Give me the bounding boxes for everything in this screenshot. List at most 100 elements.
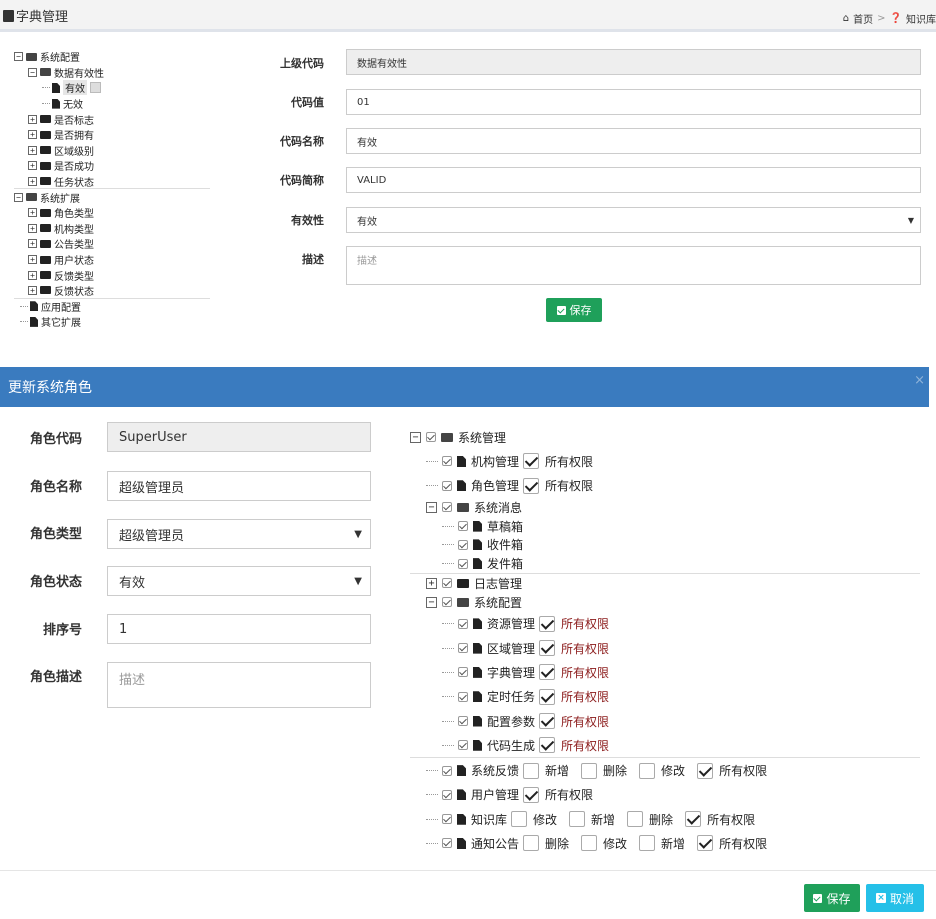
permission-checkbox[interactable] [539,615,556,632]
tree-node[interactable]: + 角色类型 [14,205,210,221]
node-checkbox[interactable] [442,578,452,589]
permission-checkbox[interactable] [685,811,702,828]
permission-node[interactable]: 用户管理 所有权限 [410,783,920,807]
tree-node[interactable]: − 数据有效性 [14,65,210,81]
tree-node[interactable]: 有效 [14,80,210,96]
role-desc-textarea[interactable]: 描述 [107,662,371,708]
permission-checkbox[interactable] [697,762,714,779]
tree-node[interactable]: + 机构类型 [14,221,210,237]
tree-node[interactable]: + 区域级别 [14,143,210,159]
node-checkbox[interactable] [442,814,452,825]
tree-node[interactable]: − 系统配置 [14,49,210,65]
expand-toggle-icon[interactable]: + [28,223,37,233]
tree-node[interactable]: + 是否拥有 [14,127,210,143]
permission-node[interactable]: 系统反馈 新增 删除 修改 所有权限 [410,758,920,782]
permission-checkbox[interactable] [639,762,656,779]
permission-node[interactable]: 发件箱 [410,554,920,573]
expand-toggle-icon[interactable]: + [28,176,37,186]
permission-checkbox[interactable] [523,453,540,470]
tree-node[interactable]: + 是否标志 [14,111,210,127]
permission-node[interactable]: 代码生成 所有权限 [410,733,920,757]
breadcrumb-knowledge-link[interactable]: 知识库 [906,11,936,26]
node-checkbox[interactable] [458,643,468,654]
expand-toggle-icon[interactable]: + [28,145,37,155]
collapse-toggle-icon[interactable]: − [410,431,421,443]
code-name-input[interactable]: 有效 [346,128,921,154]
permission-checkbox[interactable] [569,811,586,828]
permission-node[interactable]: 配置参数 所有权限 [410,709,920,733]
node-checkbox[interactable] [442,838,452,849]
node-checkbox[interactable] [426,432,436,443]
permission-checkbox[interactable] [539,640,556,657]
permission-node[interactable]: − 系统配置 [410,593,920,612]
tree-node[interactable]: + 是否成功 [14,158,210,174]
collapse-toggle-icon[interactable]: − [426,596,437,608]
node-checkbox[interactable] [458,558,468,569]
role-name-input[interactable]: 超级管理员 [107,471,371,501]
expand-toggle-icon[interactable]: + [28,270,37,280]
expand-toggle-icon[interactable]: + [28,255,37,265]
node-checkbox[interactable] [442,765,452,776]
collapse-toggle-icon[interactable]: − [14,192,23,202]
tree-node[interactable]: 无效 [14,96,210,112]
permission-node[interactable]: 区域管理 所有权限 [410,636,920,660]
tree-node[interactable]: + 反馈状态 [14,283,210,299]
permission-checkbox[interactable] [511,811,528,828]
tree-node[interactable]: + 用户状态 [14,252,210,268]
description-textarea[interactable]: 描述 [346,246,921,285]
role-type-select[interactable]: 超级管理员 ▼ [107,519,371,549]
permission-node[interactable]: 角色管理 所有权限 [410,474,920,498]
dictionary-save-button[interactable]: 保存 [546,298,602,322]
node-checkbox[interactable] [458,740,468,751]
permission-checkbox[interactable] [523,786,540,803]
expand-toggle-icon[interactable]: + [28,239,37,249]
breadcrumb-home-link[interactable]: 首页 [853,11,873,26]
validity-select[interactable]: 有效 ▼ [346,207,921,233]
permission-node[interactable]: 机构管理 所有权限 [410,449,920,473]
permission-checkbox[interactable] [539,688,556,705]
tree-node[interactable]: + 任务状态 [14,174,210,190]
tree-node[interactable]: 应用配置 [14,299,210,315]
node-checkbox[interactable] [458,667,468,678]
permission-checkbox[interactable] [523,835,540,852]
permission-node[interactable]: 草稿箱 [410,517,920,536]
expand-toggle-icon[interactable]: + [28,114,37,124]
expand-toggle-icon[interactable]: + [28,161,37,171]
tree-node[interactable]: − 系统扩展 [14,189,210,205]
node-checkbox[interactable] [458,691,468,702]
expand-toggle-icon[interactable]: + [28,208,37,218]
node-checkbox[interactable] [458,539,468,550]
permission-node[interactable]: 定时任务 所有权限 [410,685,920,709]
permission-node[interactable]: − 系统消息 [410,498,920,517]
collapse-toggle-icon[interactable]: − [28,67,37,77]
permission-checkbox[interactable] [523,762,540,779]
expand-toggle-icon[interactable]: + [28,285,37,295]
permission-checkbox[interactable] [627,811,644,828]
tree-node[interactable]: 其它扩展 [14,314,210,330]
modal-save-button[interactable]: 保存 [804,884,860,912]
permission-checkbox[interactable] [639,835,656,852]
permission-node[interactable]: + 日志管理 [410,574,920,593]
role-status-select[interactable]: 有效 ▼ [107,566,371,596]
permission-checkbox[interactable] [581,835,598,852]
permission-checkbox[interactable] [539,737,556,754]
node-checkbox[interactable] [458,618,468,629]
permission-checkbox[interactable] [539,713,556,729]
edit-icon[interactable] [90,82,101,94]
permission-node[interactable]: 字典管理 所有权限 [410,660,920,684]
permission-node[interactable]: 收件箱 [410,535,920,554]
node-checkbox[interactable] [458,716,468,726]
collapse-toggle-icon[interactable]: − [14,52,23,62]
node-checkbox[interactable] [442,597,452,608]
collapse-toggle-icon[interactable]: − [426,501,437,513]
permission-node[interactable]: 通知公告 删除 修改 新增 所有权限 [410,831,920,855]
expand-toggle-icon[interactable]: + [28,130,37,140]
node-checkbox[interactable] [458,521,468,532]
permission-checkbox[interactable] [697,835,714,852]
node-checkbox[interactable] [442,480,452,491]
tree-node[interactable]: + 公告类型 [14,236,210,252]
modal-cancel-button[interactable]: × 取消 [866,884,924,912]
sort-no-input[interactable]: 1 [107,614,371,644]
permission-node[interactable]: − 系统管理 [410,425,920,449]
node-checkbox[interactable] [442,502,452,513]
